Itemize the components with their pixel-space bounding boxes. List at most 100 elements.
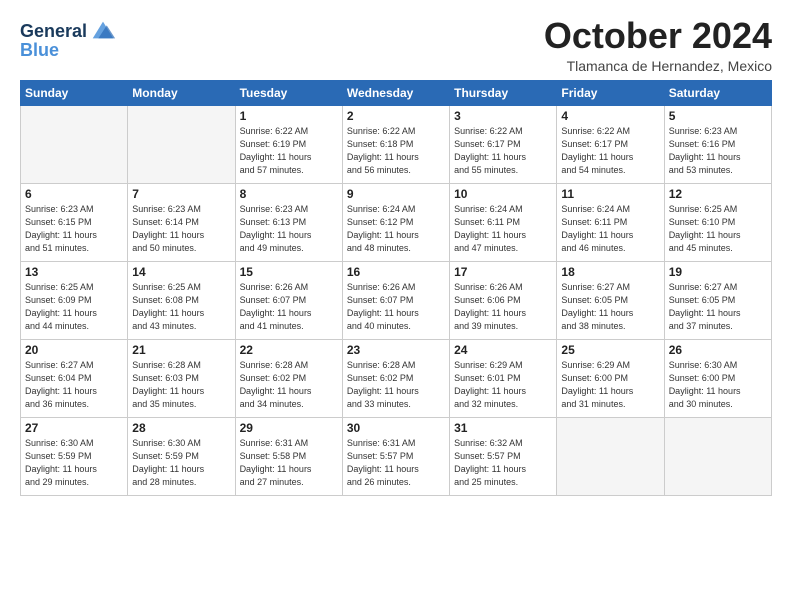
day-number: 18 [561, 265, 659, 279]
day-info: Sunrise: 6:22 AMSunset: 6:17 PMDaylight:… [454, 125, 552, 177]
day-number: 1 [240, 109, 338, 123]
day-number: 19 [669, 265, 767, 279]
calendar-cell: 2 Sunrise: 6:22 AMSunset: 6:18 PMDaylight… [342, 105, 449, 183]
day-info: Sunrise: 6:24 AMSunset: 6:11 PMDaylight:… [561, 203, 659, 255]
day-info: Sunrise: 6:28 AMSunset: 6:02 PMDaylight:… [240, 359, 338, 411]
day-info: Sunrise: 6:27 AMSunset: 6:05 PMDaylight:… [561, 281, 659, 333]
day-number: 26 [669, 343, 767, 357]
calendar-cell [128, 105, 235, 183]
calendar-cell: 11 Sunrise: 6:24 AMSunset: 6:11 PMDayligh… [557, 183, 664, 261]
day-number: 8 [240, 187, 338, 201]
day-info: Sunrise: 6:25 AMSunset: 6:10 PMDaylight:… [669, 203, 767, 255]
day-info: Sunrise: 6:28 AMSunset: 6:02 PMDaylight:… [347, 359, 445, 411]
day-number: 13 [25, 265, 123, 279]
weekday-header: Monday [128, 80, 235, 105]
calendar-cell: 5 Sunrise: 6:23 AMSunset: 6:16 PMDaylight… [664, 105, 771, 183]
calendar-cell [664, 417, 771, 495]
logo-icon [89, 16, 117, 44]
day-info: Sunrise: 6:25 AMSunset: 6:08 PMDaylight:… [132, 281, 230, 333]
calendar-cell: 21Sunrise: 6:28 AMSunset: 6:03 PMDayligh… [128, 339, 235, 417]
logo: General Blue [20, 20, 117, 61]
day-info: Sunrise: 6:23 AMSunset: 6:13 PMDaylight:… [240, 203, 338, 255]
day-number: 30 [347, 421, 445, 435]
weekday-header: Tuesday [235, 80, 342, 105]
calendar-cell: 31 Sunrise: 6:32 AMSunset: 5:57 PMDayligh… [450, 417, 557, 495]
day-number: 31 [454, 421, 552, 435]
day-info: Sunrise: 6:23 AMSunset: 6:16 PMDaylight:… [669, 125, 767, 177]
calendar-cell: 13Sunrise: 6:25 AMSunset: 6:09 PMDayligh… [21, 261, 128, 339]
day-number: 27 [25, 421, 123, 435]
calendar-cell: 8 Sunrise: 6:23 AMSunset: 6:13 PMDaylight… [235, 183, 342, 261]
day-number: 9 [347, 187, 445, 201]
day-info: Sunrise: 6:31 AMSunset: 5:58 PMDaylight:… [240, 437, 338, 489]
calendar-cell: 9 Sunrise: 6:24 AMSunset: 6:12 PMDaylight… [342, 183, 449, 261]
weekday-header: Thursday [450, 80, 557, 105]
day-number: 22 [240, 343, 338, 357]
day-number: 17 [454, 265, 552, 279]
day-number: 2 [347, 109, 445, 123]
day-number: 4 [561, 109, 659, 123]
calendar-cell: 17 Sunrise: 6:26 AMSunset: 6:06 PMDayligh… [450, 261, 557, 339]
day-info: Sunrise: 6:26 AMSunset: 6:07 PMDaylight:… [240, 281, 338, 333]
calendar-cell: 3 Sunrise: 6:22 AMSunset: 6:17 PMDaylight… [450, 105, 557, 183]
calendar-cell: 1 Sunrise: 6:22 AMSunset: 6:19 PMDaylight… [235, 105, 342, 183]
day-info: Sunrise: 6:29 AMSunset: 6:00 PMDaylight:… [561, 359, 659, 411]
calendar-cell: 23 Sunrise: 6:28 AMSunset: 6:02 PMDayligh… [342, 339, 449, 417]
calendar-cell: 25 Sunrise: 6:29 AMSunset: 6:00 PMDayligh… [557, 339, 664, 417]
calendar-cell: 12Sunrise: 6:25 AMSunset: 6:10 PMDayligh… [664, 183, 771, 261]
day-number: 21 [132, 343, 230, 357]
day-info: Sunrise: 6:22 AMSunset: 6:19 PMDaylight:… [240, 125, 338, 177]
calendar-cell [557, 417, 664, 495]
weekday-header: Saturday [664, 80, 771, 105]
calendar-cell: 20Sunrise: 6:27 AMSunset: 6:04 PMDayligh… [21, 339, 128, 417]
calendar-cell: 15 Sunrise: 6:26 AMSunset: 6:07 PMDayligh… [235, 261, 342, 339]
calendar-cell: 22 Sunrise: 6:28 AMSunset: 6:02 PMDayligh… [235, 339, 342, 417]
day-info: Sunrise: 6:30 AMSunset: 5:59 PMDaylight:… [132, 437, 230, 489]
calendar-cell: 26 Sunrise: 6:30 AMSunset: 6:00 PMDayligh… [664, 339, 771, 417]
day-info: Sunrise: 6:23 AMSunset: 6:14 PMDaylight:… [132, 203, 230, 255]
day-number: 20 [25, 343, 123, 357]
calendar-cell: 6Sunrise: 6:23 AMSunset: 6:15 PMDaylight… [21, 183, 128, 261]
weekday-header: Wednesday [342, 80, 449, 105]
day-info: Sunrise: 6:32 AMSunset: 5:57 PMDaylight:… [454, 437, 552, 489]
day-info: Sunrise: 6:30 AMSunset: 5:59 PMDaylight:… [25, 437, 123, 489]
day-number: 11 [561, 187, 659, 201]
day-number: 29 [240, 421, 338, 435]
month-title: October 2024 [544, 16, 772, 56]
day-info: Sunrise: 6:31 AMSunset: 5:57 PMDaylight:… [347, 437, 445, 489]
day-info: Sunrise: 6:30 AMSunset: 6:00 PMDaylight:… [669, 359, 767, 411]
day-number: 7 [132, 187, 230, 201]
logo-text: General [20, 22, 87, 42]
day-number: 23 [347, 343, 445, 357]
day-number: 3 [454, 109, 552, 123]
day-info: Sunrise: 6:24 AMSunset: 6:11 PMDaylight:… [454, 203, 552, 255]
day-number: 24 [454, 343, 552, 357]
day-info: Sunrise: 6:27 AMSunset: 6:05 PMDaylight:… [669, 281, 767, 333]
calendar-cell: 4 Sunrise: 6:22 AMSunset: 6:17 PMDaylight… [557, 105, 664, 183]
calendar-cell: 7 Sunrise: 6:23 AMSunset: 6:14 PMDaylight… [128, 183, 235, 261]
day-info: Sunrise: 6:22 AMSunset: 6:17 PMDaylight:… [561, 125, 659, 177]
location: Tlamanca de Hernandez, Mexico [544, 58, 772, 74]
day-number: 25 [561, 343, 659, 357]
calendar-cell: 27 Sunrise: 6:30 AMSunset: 5:59 PMDayligh… [21, 417, 128, 495]
day-number: 5 [669, 109, 767, 123]
day-number: 28 [132, 421, 230, 435]
calendar-cell: 30 Sunrise: 6:31 AMSunset: 5:57 PMDayligh… [342, 417, 449, 495]
day-number: 10 [454, 187, 552, 201]
day-number: 6 [25, 187, 123, 201]
calendar-cell [21, 105, 128, 183]
calendar: SundayMondayTuesdayWednesdayThursdayFrid… [20, 80, 772, 496]
weekday-header: Friday [557, 80, 664, 105]
calendar-cell: 18 Sunrise: 6:27 AMSunset: 6:05 PMDayligh… [557, 261, 664, 339]
day-number: 15 [240, 265, 338, 279]
weekday-header: Sunday [21, 80, 128, 105]
day-number: 14 [132, 265, 230, 279]
day-info: Sunrise: 6:22 AMSunset: 6:18 PMDaylight:… [347, 125, 445, 177]
calendar-cell: 28 Sunrise: 6:30 AMSunset: 5:59 PMDayligh… [128, 417, 235, 495]
calendar-cell: 24 Sunrise: 6:29 AMSunset: 6:01 PMDayligh… [450, 339, 557, 417]
day-info: Sunrise: 6:29 AMSunset: 6:01 PMDaylight:… [454, 359, 552, 411]
day-info: Sunrise: 6:26 AMSunset: 6:06 PMDaylight:… [454, 281, 552, 333]
day-info: Sunrise: 6:24 AMSunset: 6:12 PMDaylight:… [347, 203, 445, 255]
calendar-cell: 29 Sunrise: 6:31 AMSunset: 5:58 PMDayligh… [235, 417, 342, 495]
calendar-cell: 16Sunrise: 6:26 AMSunset: 6:07 PMDayligh… [342, 261, 449, 339]
